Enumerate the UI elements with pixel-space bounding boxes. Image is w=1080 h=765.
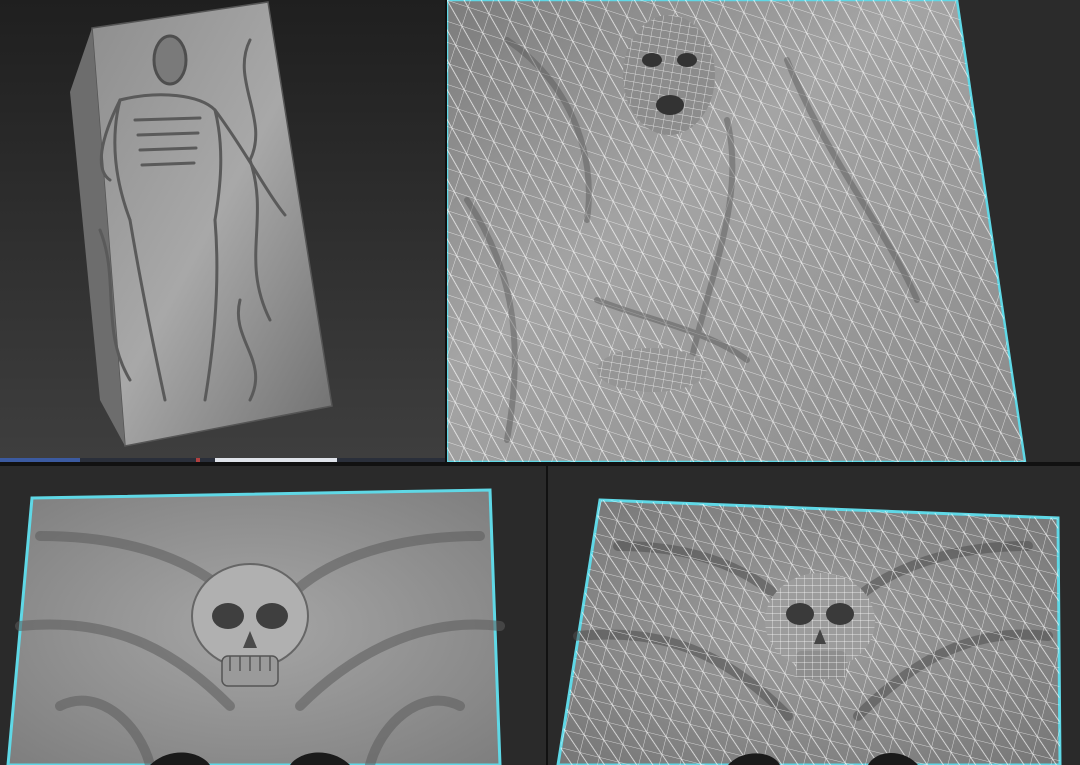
viewport-divider[interactable] [546,466,548,765]
viewport-top-right[interactable] [447,0,1080,462]
hand-wireframe [597,348,707,392]
viewport-bottom-right-canvas[interactable] [548,466,1080,765]
eye-socket [212,603,244,629]
viewport-divider[interactable] [445,0,447,462]
viewport-bottom-left[interactable] [0,466,546,765]
head-wireframe [623,15,715,135]
eye-socket [642,53,662,67]
viewport-top-right-canvas[interactable] [447,0,1080,462]
mouth-cavity [656,95,684,115]
eye-socket [786,603,814,625]
eye-socket [256,603,288,629]
eye-socket [677,53,697,67]
viewport-bottom-right[interactable] [548,466,1080,765]
torso-wireframe [447,0,1025,462]
viewport-top-left-canvas[interactable] [0,0,445,458]
viewport-divider[interactable] [0,462,1080,466]
eye-socket [826,603,854,625]
viewport-top-left[interactable] [0,0,445,458]
viewport-bottom-left-canvas[interactable] [0,466,546,765]
